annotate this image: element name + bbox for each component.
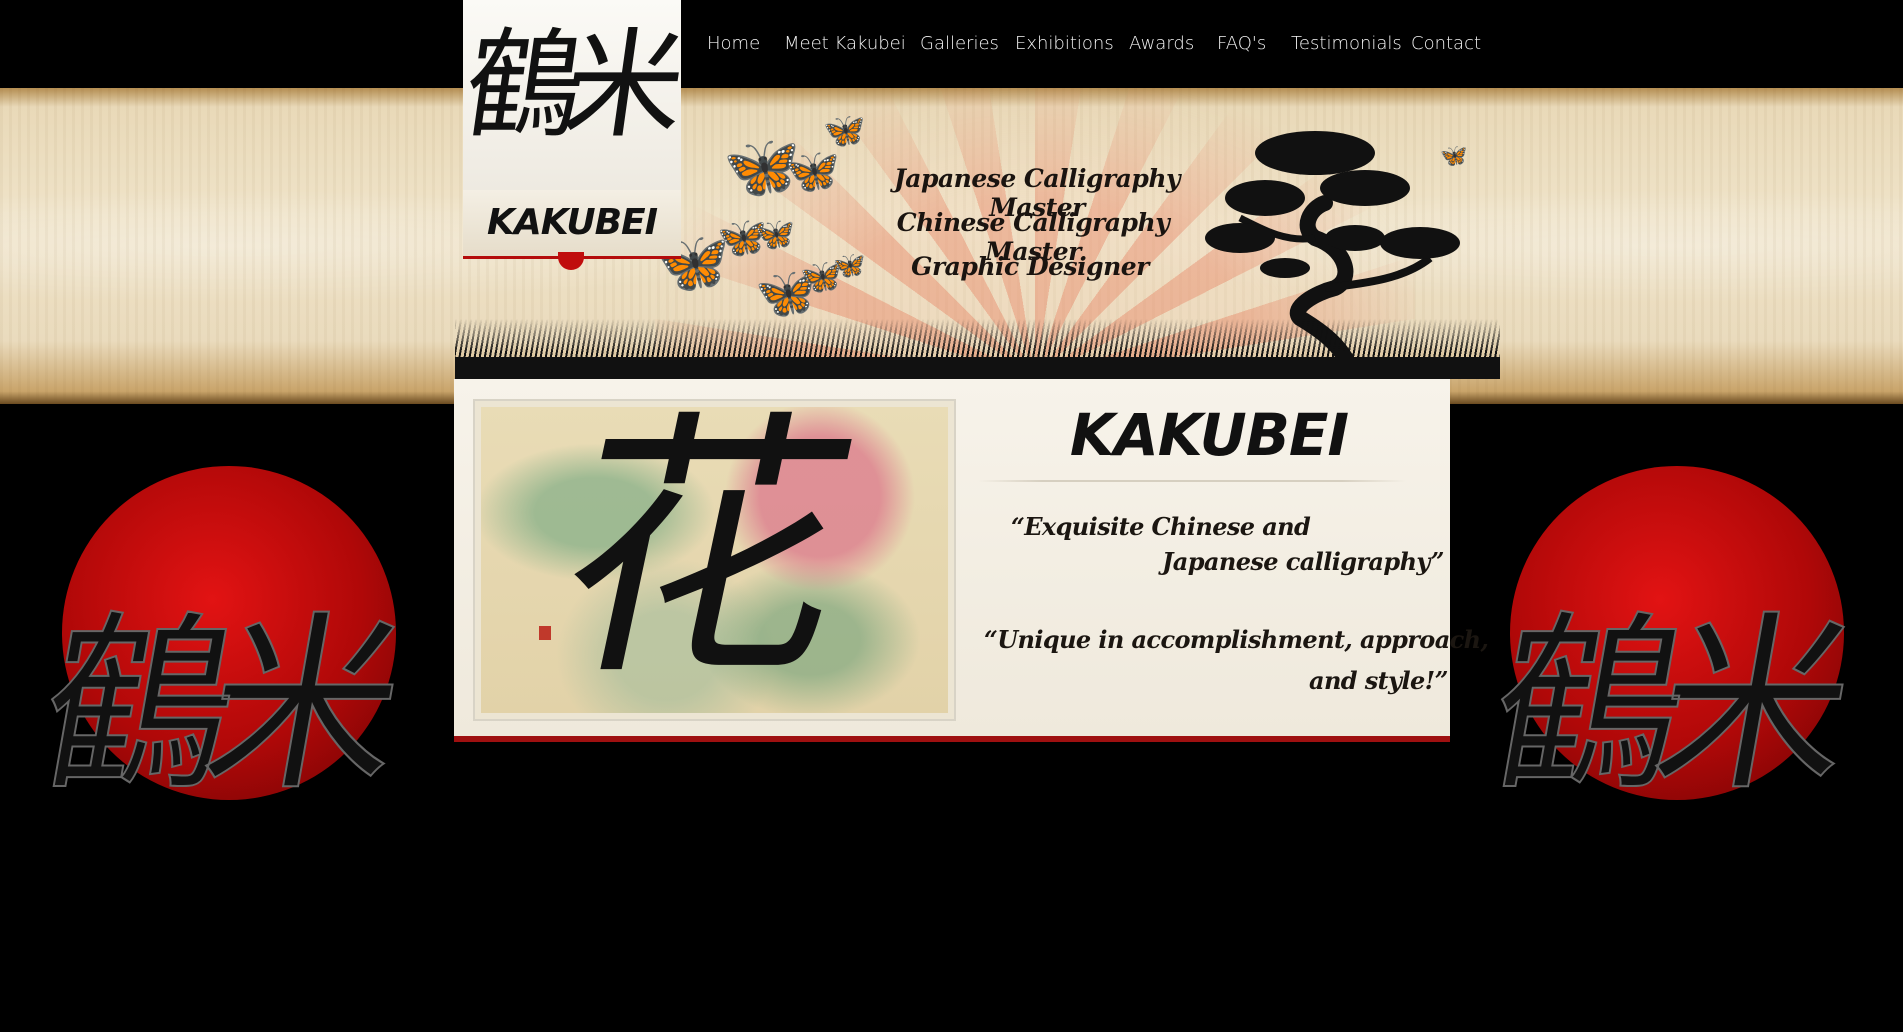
quote-1-line-2: Japanese calligraphy” [1162,547,1444,576]
emblem-kanji-right: 鶴米 [1475,594,1846,817]
logo-name[interactable]: KAKUBEI [463,190,681,259]
nav-faqs[interactable]: FAQ's [1217,33,1266,54]
artwork-kanji: 花 [530,388,880,714]
nav-home[interactable]: Home [707,33,760,54]
nav-meet-kakubei[interactable]: Meet Kakubei [784,33,906,54]
left-emblem: 鶴米 [25,466,415,817]
butterfly-icon: 🦋 [823,111,866,151]
nav-contact[interactable]: Contact [1411,33,1481,54]
site-logo[interactable]: 鶴米 [456,0,681,190]
calligraphy-artwork[interactable]: 花 [473,388,956,721]
emblem-kanji-left: 鶴米 [25,594,396,817]
nav-exhibitions[interactable]: Exhibitions [1015,33,1114,54]
quote-2-line-2: and style!” [1309,666,1448,695]
butterfly-icon: 🦋 [785,146,840,197]
logo-kanji: 鶴米 [456,16,676,154]
quote-2-line-1: “Unique in accomplishment, approach, [984,625,1489,654]
divider [978,480,1406,482]
nav-testimonials[interactable]: Testimonials [1291,33,1402,54]
nav-awards[interactable]: Awards [1129,33,1194,54]
grass-base [455,357,1500,379]
butterfly-icon: 🦋 [755,215,795,253]
right-emblem: 鶴米 [1475,466,1865,817]
intro-panel: 花 KAKUBEI “Exquisite Chinese and Japanes… [454,379,1489,742]
quote-1-line-1: “Exquisite Chinese and [1011,512,1311,541]
artist-seal-icon [539,626,551,640]
nav-galleries[interactable]: Galleries [920,33,999,54]
tagline-graphic: Graphic Designer [911,252,1149,281]
panel-title: KAKUBEI [1069,401,1349,469]
